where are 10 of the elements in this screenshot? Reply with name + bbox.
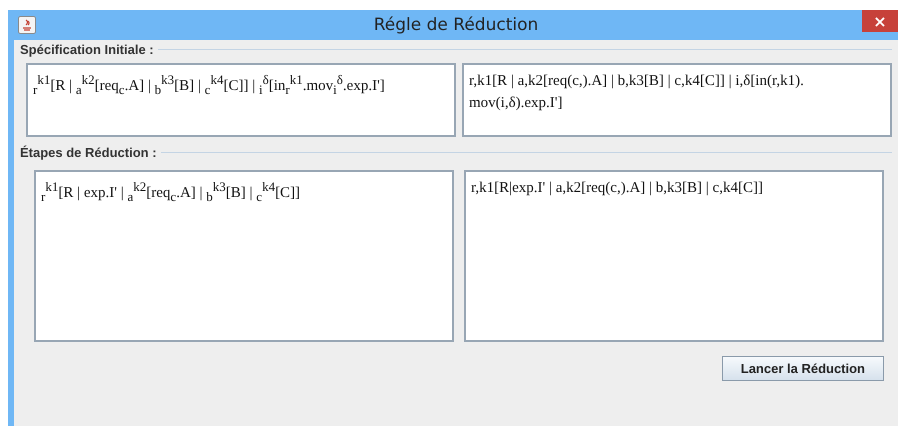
linear-text: r,k1[R|exp.I' | a,k2[req(c,).A] | b,k3[B] | c,k4[C]] [471, 180, 763, 196]
text-area[interactable]: r,k1[R|exp.I' | a,k2[req(c,).A] | b,k3[B] | c,k4[C]] [464, 170, 884, 342]
text-area[interactable]: r,k1[R | a,k2[req(c,).A] | b,k3[B] | c,k4[C]] | i,δ[in(r,k1). mov(i,δ).exp.I'] [462, 63, 892, 137]
group-title: Étapes de Réduction : [20, 145, 158, 160]
group-title: Spécification Initiale : [20, 42, 155, 57]
run-reduction-button[interactable]: Lancer la Réduction [722, 356, 884, 381]
app-icon [18, 16, 36, 34]
close-button[interactable]: × [862, 10, 898, 32]
window-title: Régle de Réduction [374, 15, 538, 35]
linear-text: r,k1[R | a,k2[req(c,).A] | b,k3[B] | c,k4[C]] | i,δ[in(r,k1). mov(i,δ).exp.I'] [469, 73, 804, 111]
